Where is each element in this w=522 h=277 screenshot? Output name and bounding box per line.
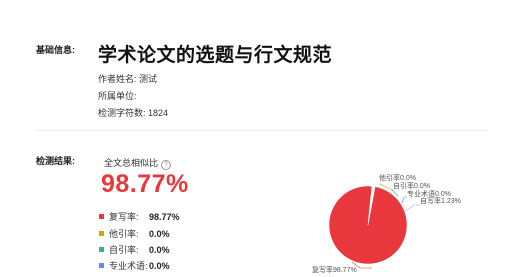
pie-slice-label: 他引率0.0% bbox=[379, 173, 416, 182]
report-page: 基础信息: 学术论文的选题与行文规范 作者姓名: 测试 所属单位: 检测字符数:… bbox=[0, 0, 522, 277]
pie-slice-label: 复写率98.77% bbox=[312, 265, 357, 274]
pie-slice-label: 自引率0.0% bbox=[393, 181, 430, 190]
pie-slice-label: 专业术语0.0% bbox=[407, 189, 451, 198]
pie-label-line bbox=[403, 204, 420, 213]
similarity-pie-chart: 复写率98.77%自写率1.23%他引率0.0%自引率0.0%专业术语0.0% bbox=[312, 173, 461, 274]
